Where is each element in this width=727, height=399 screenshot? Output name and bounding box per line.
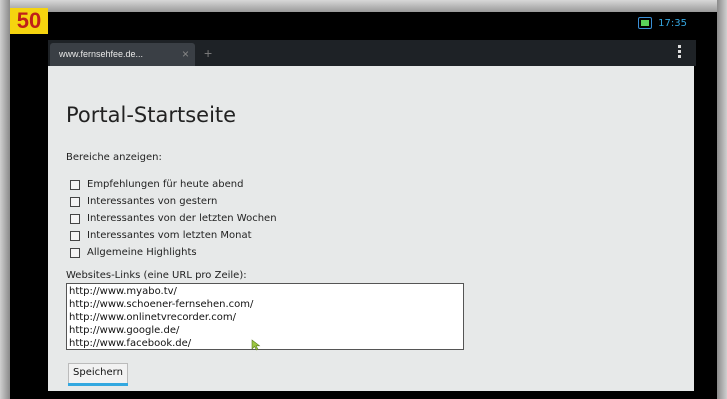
website-links-label: Websites-Links (eine URL pro Zeile): [66,270,247,281]
browser-tab[interactable]: www.fernsehfee.de... × [50,43,195,66]
status-bar: 17:35 [10,12,717,36]
checkbox-row[interactable]: Interessantes vom letzten Monat [70,227,277,244]
sections-label: Bereiche anzeigen: [66,152,162,163]
web-page: Portal-Startseite Bereiche anzeigen: Emp… [48,66,694,391]
checkbox-row[interactable]: Empfehlungen für heute abend [70,176,277,193]
checkbox[interactable] [70,213,80,224]
step-number-badge: 50 [10,8,48,34]
checkbox[interactable] [70,247,80,258]
checkbox-label[interactable]: Interessantes vom letzten Monat [87,230,252,241]
save-button[interactable]: Speichern [68,363,128,386]
device-frame-right [717,0,727,399]
device-frame-top [0,0,727,12]
checkbox-label[interactable]: Allgemeine Highlights [87,247,197,258]
browser-tab-bar: www.fernsehfee.de... × + [48,40,696,66]
tab-title: www.fernsehfee.de... [59,49,144,59]
checkbox-row[interactable]: Interessantes von der letzten Wochen [70,210,277,227]
tab-close-icon[interactable]: × [182,43,189,66]
checkbox[interactable] [70,179,80,190]
checkbox-label[interactable]: Empfehlungen für heute abend [87,179,243,190]
mouse-pointer-icon [251,339,261,351]
page-title: Portal-Startseite [66,103,237,127]
status-icons: 17:35 [638,17,687,29]
overflow-menu-icon[interactable] [678,45,682,58]
website-links-textarea[interactable]: http://www.myabo.tv/ http://www.schoener… [66,283,464,350]
checkbox-label[interactable]: Interessantes von der letzten Wochen [87,213,277,224]
checkbox-row[interactable]: Allgemeine Highlights [70,244,277,261]
new-tab-icon[interactable]: + [204,43,212,63]
checkbox-row[interactable]: Interessantes von gestern [70,193,277,210]
status-time: 17:35 [658,17,687,29]
device-frame-left [0,0,10,399]
checkbox[interactable] [70,196,80,207]
signal-icon [638,17,653,29]
checkbox-label[interactable]: Interessantes von gestern [87,196,217,207]
checkbox[interactable] [70,230,80,241]
sections-checkbox-list: Empfehlungen für heute abend Interessant… [70,176,277,261]
